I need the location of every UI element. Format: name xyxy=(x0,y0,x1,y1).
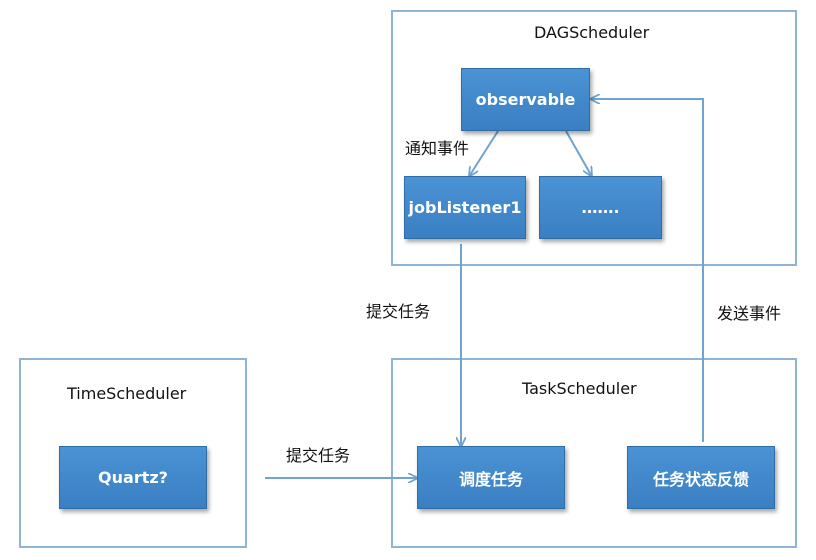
quartz-node[interactable]: Quartz? xyxy=(59,446,207,509)
edge-observable-to-joblistener xyxy=(470,130,499,175)
task-status-feedback-node[interactable]: 任务状态反馈 xyxy=(627,446,775,509)
send-event-label: 发送事件 xyxy=(717,304,782,323)
notify-event-label: 通知事件 xyxy=(405,139,470,158)
submit-task-upper-label: 提交任务 xyxy=(366,302,431,321)
observable-node[interactable]: observable xyxy=(461,68,590,131)
schedule-task-node[interactable]: 调度任务 xyxy=(417,446,565,509)
ellipsis-node[interactable]: ……. xyxy=(539,176,662,239)
edge-observable-to-ellipsis xyxy=(565,130,591,175)
submit-task-lower-label: 提交任务 xyxy=(286,446,351,465)
joblistener1-node[interactable]: jobListener1 xyxy=(404,176,526,239)
edge-feedback-to-observable xyxy=(592,99,704,442)
